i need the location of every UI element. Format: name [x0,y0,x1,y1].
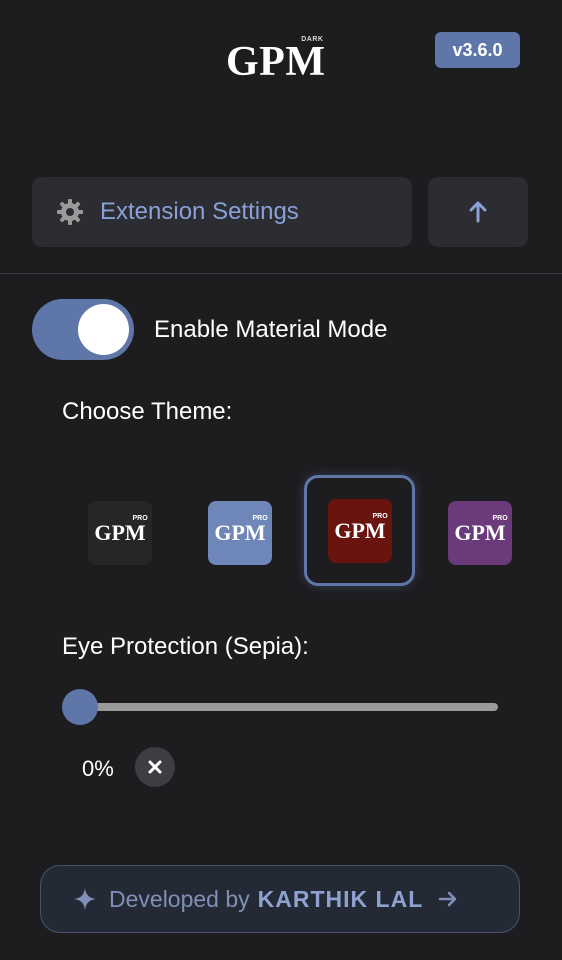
theme-logo-text: GPM [334,518,386,543]
developed-by-label: Developed by [109,886,250,912]
theme-option-dark[interactable]: GPM PRO [88,501,152,565]
gpm-logo: GPM DARK [226,36,326,85]
arrow-up-icon [469,201,487,223]
material-mode-toggle[interactable] [32,299,134,360]
sepia-reset-button[interactable] [135,747,175,787]
theme-option-red[interactable]: GPM PRO [328,499,392,563]
scroll-top-button[interactable] [428,177,528,247]
theme-logo: GPM PRO [214,515,267,545]
theme-logo-badge: PRO [132,515,148,522]
theme-logo-text: GPM [94,520,146,545]
gear-icon [57,199,83,225]
material-mode-label: Enable Material Mode [154,316,388,343]
sepia-slider-track[interactable] [80,703,498,711]
theme-logo-badge: PRO [372,513,388,520]
close-icon [148,760,162,774]
theme-option-purple[interactable]: GPM PRO [448,501,512,565]
developer-credit-link[interactable]: Developed by KARTHIK LAL [40,865,520,933]
theme-logo: GPM PRO [454,515,507,545]
sepia-slider-thumb[interactable] [62,689,98,725]
divider [0,273,562,274]
extension-settings-label: Extension Settings [100,198,299,225]
theme-logo-text: GPM [214,520,266,545]
theme-logo-text: GPM [454,520,506,545]
sepia-value: 0% [82,756,114,781]
developer-name: KARTHIK LAL [257,885,424,912]
version-badge: v3.6.0 [435,32,520,68]
choose-theme-label: Choose Theme: [62,398,233,425]
logo-text: GPM [226,39,326,85]
theme-option-blue[interactable]: GPM PRO [208,501,272,565]
theme-logo-badge: PRO [252,515,268,522]
extension-settings-button[interactable]: Extension Settings [32,177,412,247]
sparkle-icon [74,888,96,910]
theme-logo: GPM PRO [334,513,387,543]
theme-logo-badge: PRO [492,515,508,522]
logo-badge: DARK [301,36,324,43]
theme-logo: GPM PRO [94,515,147,545]
arrow-right-icon [439,891,457,907]
toggle-knob [78,304,129,355]
eye-protection-label: Eye Protection (Sepia): [62,633,309,660]
